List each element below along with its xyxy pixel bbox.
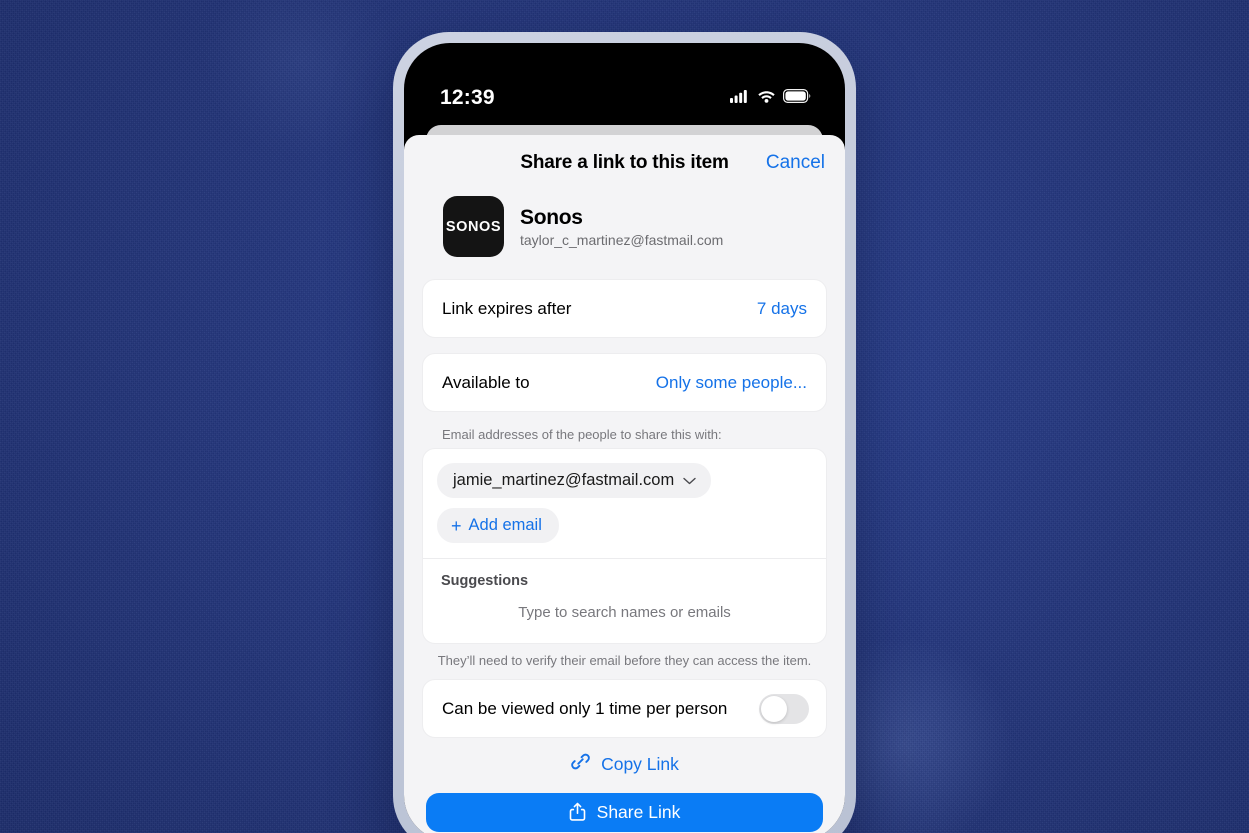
email-section-caption: Email addresses of the people to share t… <box>442 427 722 442</box>
email-chips-card: jamie_martinez@fastmail.com + Add email <box>422 448 827 558</box>
app-info-text: Sonos taylor_c_martinez@fastmail.com <box>520 205 723 248</box>
available-to-card: Available to Only some people... <box>422 353 827 412</box>
suggestions-empty-text: Type to search names or emails <box>518 604 731 621</box>
sonos-app-logo-icon: SONOS <box>443 196 504 257</box>
verify-email-note: They’ll need to verify their email befor… <box>437 653 812 668</box>
view-once-card: Can be viewed only 1 time per person <box>422 679 827 738</box>
add-email-label: Add email <box>468 516 542 534</box>
cancel-button[interactable]: Cancel <box>766 152 825 174</box>
share-sheet: Share a link to this item Cancel SONOS S… <box>404 135 845 833</box>
app-name: Sonos <box>520 205 583 229</box>
app-owner-email: taylor_c_martinez@fastmail.com <box>520 232 724 249</box>
phone-screen: 12:39 Share a link to this item Cancel S… <box>404 43 845 833</box>
battery-full-icon <box>783 88 811 108</box>
cellular-bars-icon <box>730 89 750 108</box>
wifi-icon <box>757 89 776 108</box>
copy-link-label: Copy Link <box>601 753 679 774</box>
available-to-value[interactable]: Only some people... <box>656 373 807 393</box>
copy-link-button[interactable]: Copy Link <box>422 738 827 790</box>
status-bar: 12:39 <box>404 43 845 125</box>
share-link-label: Share Link <box>596 802 681 822</box>
available-to-label: Available to <box>442 372 530 392</box>
phone-device-frame: 12:39 Share a link to this item Cancel S… <box>393 32 856 833</box>
toggle-knob <box>761 695 787 722</box>
link-expires-row[interactable]: Link expires after 7 days <box>423 280 826 337</box>
suggestions-card: Suggestions Type to search names or emai… <box>422 558 827 644</box>
share-upload-icon <box>569 802 586 824</box>
add-email-button[interactable]: + Add email <box>437 508 559 543</box>
chevron-down-icon[interactable] <box>683 472 696 490</box>
link-expires-value[interactable]: 7 days <box>757 299 807 319</box>
available-to-row[interactable]: Available to Only some people... <box>423 354 826 411</box>
view-once-toggle[interactable] <box>759 693 809 724</box>
suggestions-title: Suggestions <box>441 573 529 589</box>
app-info-row: SONOS Sonos taylor_c_martinez@fastmail.c… <box>422 191 827 279</box>
view-once-label: Can be viewed only 1 time per person <box>442 698 728 718</box>
email-chip[interactable]: jamie_martinez@fastmail.com <box>437 463 712 498</box>
link-expiry-card: Link expires after 7 days <box>422 279 827 338</box>
plus-icon: + <box>451 515 462 536</box>
link-expires-label: Link expires after <box>442 298 572 318</box>
status-bar-icons <box>730 88 811 108</box>
page-title: Share a link to this item <box>520 152 729 173</box>
app-logo-label: SONOS <box>445 218 502 235</box>
sheet-header: Share a link to this item Cancel <box>422 135 827 191</box>
email-chip-label: jamie_martinez@fastmail.com <box>453 471 675 489</box>
view-once-row: Can be viewed only 1 time per person <box>423 680 826 737</box>
link-chain-icon <box>570 751 591 777</box>
status-bar-time: 12:39 <box>440 86 495 109</box>
share-link-button[interactable]: Share Link <box>426 793 823 832</box>
